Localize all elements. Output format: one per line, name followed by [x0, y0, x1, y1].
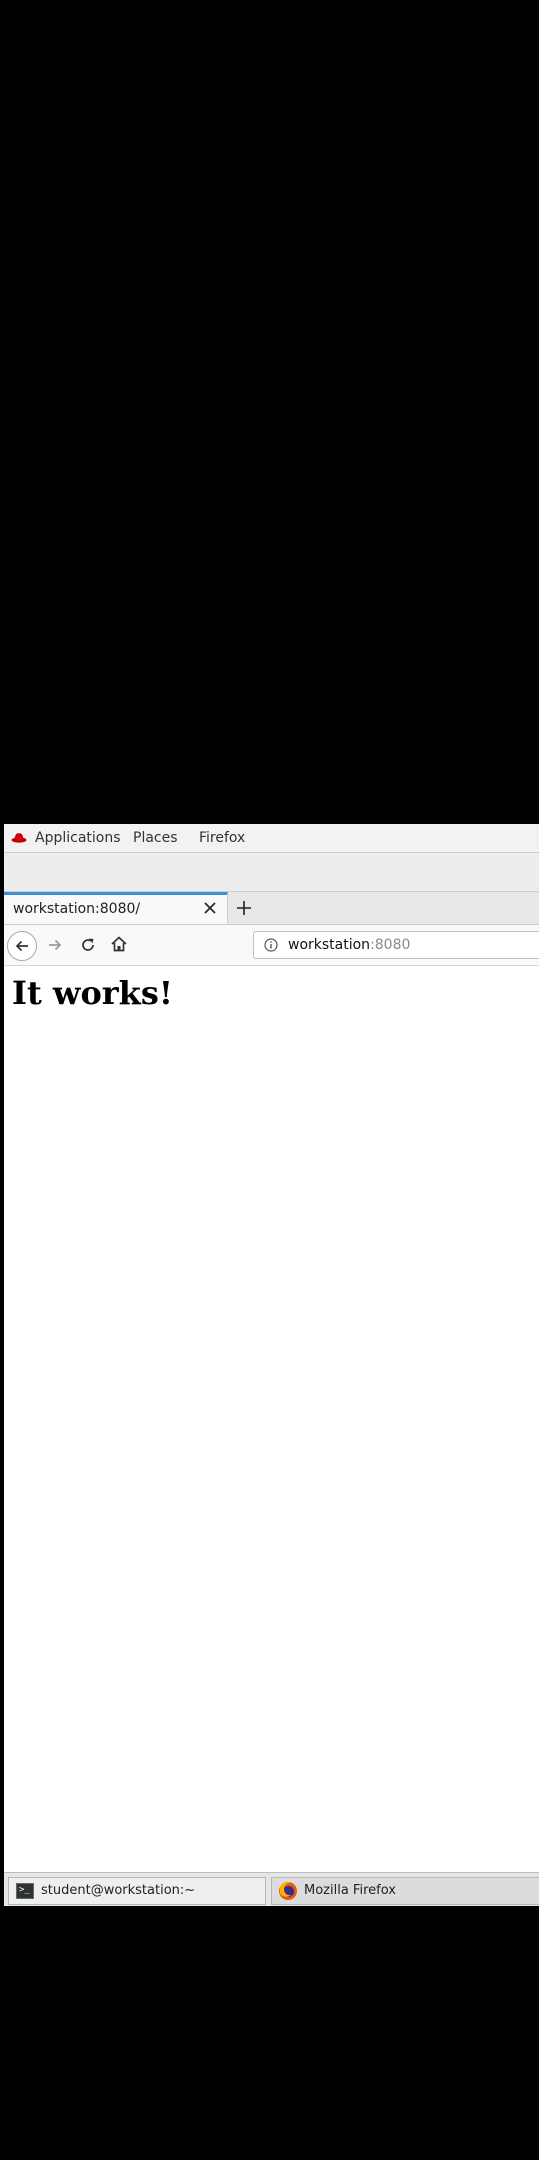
close-icon[interactable] [202, 900, 218, 916]
taskbar-item-label: student@workstation:~ [41, 1883, 196, 1898]
applications-menu[interactable]: Applications [35, 830, 121, 846]
url-host: workstation [288, 937, 371, 953]
plus-icon[interactable] [236, 900, 252, 916]
taskbar: >_ student@workstation:~ Mozilla Firefox [4, 1872, 539, 1906]
navigation-toolbar: workstation:8080 [4, 925, 539, 966]
taskbar-item-label: Mozilla Firefox [304, 1883, 396, 1898]
arrow-left-icon [15, 940, 28, 952]
browser-tab[interactable]: workstation:8080/ [4, 892, 228, 924]
url-bar[interactable]: workstation:8080 [253, 931, 539, 959]
reload-icon[interactable] [79, 936, 97, 954]
url-text: workstation:8080 [288, 937, 410, 953]
info-icon[interactable] [264, 938, 278, 952]
places-menu[interactable]: Places [133, 830, 178, 846]
gnome-top-bar: Applications Places Firefox [4, 824, 539, 853]
page-content: It works! [4, 966, 539, 1772]
page-heading: It works! [12, 974, 173, 1012]
terminal-icon: >_ [16, 1883, 34, 1899]
redhat-logo-icon [11, 833, 27, 843]
firefox-icon [279, 1882, 297, 1900]
firefox-app-menu[interactable]: Firefox [199, 830, 245, 846]
taskbar-item-firefox[interactable]: Mozilla Firefox [271, 1877, 539, 1905]
taskbar-item-terminal[interactable]: >_ student@workstation:~ [8, 1877, 266, 1905]
home-icon[interactable] [110, 935, 128, 953]
desktop-screen: Applications Places Firefox workstation:… [4, 824, 539, 1906]
window-title-bar [4, 853, 539, 892]
url-port: :8080 [370, 937, 411, 953]
back-button[interactable] [7, 931, 37, 961]
tab-strip: workstation:8080/ [4, 892, 539, 925]
arrow-right-icon[interactable] [47, 937, 63, 953]
tab-title: workstation:8080/ [13, 901, 141, 917]
